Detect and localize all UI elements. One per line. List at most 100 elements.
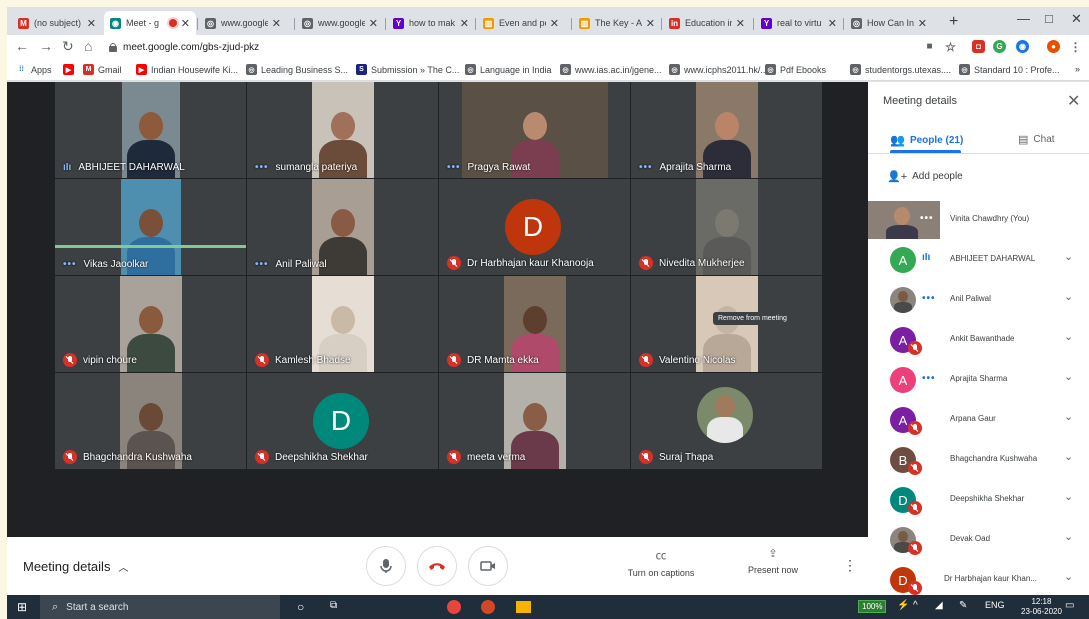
chrome-taskbar-icon[interactable] — [447, 600, 461, 614]
bookmark-item[interactable]: ▶ — [63, 64, 78, 75]
bookmark-item[interactable]: ◎ Pdf Ebooks — [765, 64, 826, 75]
browser-tab[interactable]: ▥ The Key - A ✕ — [573, 11, 661, 35]
extension-icon[interactable]: ◉ — [1016, 40, 1029, 53]
camera-icon[interactable]: ■ — [923, 40, 936, 53]
participant-tile[interactable]: ••• Pragya Rawat — [439, 82, 630, 178]
tab-chat[interactable]: ▤ Chat — [1018, 133, 1055, 146]
participant-tile[interactable]: ••• Anil Paliwal — [247, 179, 438, 275]
forward-icon[interactable]: → — [39, 38, 53, 54]
browser-tab[interactable]: ◎ www.google ✕ — [199, 11, 287, 35]
browser-tab[interactable]: ◎ How Can In ✕ — [845, 11, 933, 35]
chevron-down-icon[interactable]: ⌄ — [1064, 410, 1073, 423]
task-view-icon[interactable]: ⧉ — [330, 600, 337, 611]
browser-tab[interactable]: ◎ www.google ✕ — [296, 11, 384, 35]
extension-icon[interactable]: G — [993, 40, 1006, 53]
chevron-down-icon[interactable]: ⌄ — [1064, 250, 1073, 263]
microphone-button[interactable] — [366, 546, 406, 586]
add-people-button[interactable]: 👤+ Add people — [887, 170, 963, 183]
more-options-icon[interactable]: ⋮ — [843, 557, 857, 574]
taskbar-search[interactable]: ⌕ Start a search — [40, 595, 280, 619]
bookmark-item[interactable]: S Submission » The C... — [356, 64, 459, 75]
more-bookmarks-icon[interactable]: » — [1075, 64, 1080, 74]
maximize-icon[interactable]: □ — [1045, 11, 1053, 26]
bookmark-item[interactable]: ◎ Standard 10 : Profe... — [959, 64, 1060, 75]
bookmark-item[interactable]: ◎ www.icphs2011.hk/... — [669, 64, 768, 75]
chevron-down-icon[interactable]: ⌄ — [1064, 490, 1073, 503]
participant-row[interactable]: ••• Anil Paliwal ⌄ — [868, 279, 1089, 319]
file-explorer-icon[interactable] — [516, 601, 531, 613]
menu-icon[interactable]: ⋮ — [1069, 40, 1082, 54]
bookmark-item[interactable]: ▶ Indian Housewife Ki... — [136, 64, 238, 75]
participant-tile[interactable]: ıIı ABHIJEET DAHARWAL — [55, 82, 246, 178]
close-tab-icon[interactable]: ✕ — [550, 17, 559, 30]
present-button[interactable]: ⇪ Present now — [738, 547, 808, 575]
participant-tile[interactable]: Kamlesh Bhadse — [247, 276, 438, 372]
participant-tile[interactable]: meeta verma — [439, 373, 630, 469]
participant-row[interactable]: A ••• Aprajita Sharma ⌄ — [868, 359, 1089, 399]
participant-tile[interactable]: ••• Aprajita Sharma — [631, 82, 822, 178]
participant-tile[interactable]: Bhagchandra Kushwaha — [55, 373, 246, 469]
participant-tile[interactable]: Nivedita Mukherjee — [631, 179, 822, 275]
pocket-icon[interactable]: ◘ — [972, 40, 985, 53]
battery-indicator[interactable]: 100% — [858, 600, 887, 613]
bookmark-item[interactable]: ◎ Language in India — [465, 64, 552, 75]
language-indicator[interactable]: ENG — [985, 600, 1005, 610]
power-icon[interactable]: ⚡ — [897, 600, 909, 611]
star-icon[interactable]: ☆ — [944, 40, 957, 54]
browser-tab[interactable]: ◉ Meet - g ✕ — [104, 11, 196, 35]
profile-avatar[interactable]: ● — [1047, 40, 1060, 53]
home-icon[interactable]: ⌂ — [84, 38, 92, 54]
reload-icon[interactable]: ↻ — [62, 38, 74, 55]
participant-tile[interactable]: DR Mamta ekka — [439, 276, 630, 372]
bookmark-item[interactable]: ⁞⁞ Apps — [16, 64, 51, 75]
participant-row[interactable]: Devak Oad ⌄ — [868, 519, 1089, 559]
participant-tile[interactable]: Suraj Thapa — [631, 373, 822, 469]
browser-tab[interactable]: M (no subject) ✕ — [12, 11, 102, 35]
chevron-down-icon[interactable]: ⌄ — [1064, 450, 1073, 463]
cortana-icon[interactable]: ○ — [297, 600, 304, 614]
close-tab-icon[interactable]: ✕ — [918, 17, 927, 30]
notifications-icon[interactable]: ▭ — [1065, 600, 1074, 611]
chevron-down-icon[interactable]: ⌄ — [1064, 370, 1073, 383]
bookmark-item[interactable]: ◎ Leading Business S... — [246, 64, 348, 75]
participant-tile[interactable]: ••• Vikas Jaoolkar — [55, 179, 246, 275]
participant-row[interactable]: D Deepshikha Shekhar ⌄ — [868, 479, 1089, 519]
close-icon[interactable]: ✕ — [1067, 91, 1080, 111]
leave-call-button[interactable] — [417, 546, 457, 586]
minimize-icon[interactable]: — — [1017, 11, 1030, 26]
close-tab-icon[interactable]: ✕ — [736, 17, 745, 30]
participant-row[interactable]: ••• Vinita Chawdhry (You) — [868, 199, 1089, 239]
participant-row[interactable]: D Dr Harbhajan kaur Khan... ⌄ — [868, 559, 1089, 595]
participant-tile[interactable]: vipin choure — [55, 276, 246, 372]
chevron-down-icon[interactable]: ⌄ — [1064, 530, 1073, 543]
powerpoint-taskbar-icon[interactable] — [481, 600, 495, 614]
participant-row[interactable]: A Arpana Gaur ⌄ — [868, 399, 1089, 439]
close-tab-icon[interactable]: ✕ — [181, 17, 190, 30]
clock[interactable]: 12:18 23-06-2020 — [1021, 597, 1062, 617]
participant-row[interactable]: AıIı ABHIJEET DAHARWAL ⌄ — [868, 239, 1089, 279]
meeting-details-button[interactable]: Meeting details ︿ — [23, 559, 128, 574]
wifi-icon[interactable]: ◢ — [935, 600, 943, 611]
chevron-down-icon[interactable]: ⌄ — [1064, 570, 1073, 583]
close-tab-icon[interactable]: ✕ — [460, 17, 469, 30]
close-tab-icon[interactable]: ✕ — [369, 17, 378, 30]
camera-button[interactable] — [468, 546, 508, 586]
new-tab-icon[interactable]: + — [949, 13, 958, 31]
back-icon[interactable]: ← — [15, 38, 29, 54]
participant-tile[interactable]: D Dr Harbhajan kaur Khanooja — [439, 179, 630, 275]
close-tab-icon[interactable]: ✕ — [272, 17, 281, 30]
participant-row[interactable]: A Ankit Bawanthade ⌄ — [868, 319, 1089, 359]
browser-tab[interactable]: in Education in ✕ — [663, 11, 751, 35]
windows-start-icon[interactable]: ⊞ — [17, 600, 27, 614]
chevron-up-icon[interactable]: ^ — [913, 600, 918, 611]
close-tab-icon[interactable]: ✕ — [646, 17, 655, 30]
address-bar[interactable]: meet.google.com/gbs-zjud-pkz — [105, 38, 913, 56]
browser-tab[interactable]: Yreal to virtu ✕ — [755, 11, 843, 35]
chevron-down-icon[interactable]: ⌄ — [1064, 290, 1073, 303]
bookmark-item[interactable]: M Gmail — [83, 64, 122, 75]
participant-tile[interactable]: D Deepshikha Shekhar — [247, 373, 438, 469]
participant-tile[interactable]: ••• sumangla pateriya — [247, 82, 438, 178]
pen-icon[interactable]: ✎ — [959, 600, 967, 611]
close-tab-icon[interactable]: ✕ — [87, 17, 96, 30]
browser-tab[interactable]: ▥ Even and pe ✕ — [477, 11, 565, 35]
